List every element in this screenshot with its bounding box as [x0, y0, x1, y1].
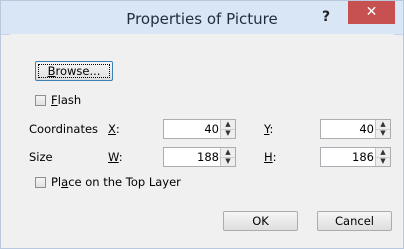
width-value: 188 — [197, 150, 219, 164]
x-spin-buttons[interactable]: ▲ ▼ — [220, 120, 235, 138]
top-layer-prefix: Pl — [51, 175, 62, 189]
h-label: H: — [264, 150, 277, 164]
properties-dialog: Properties of Picture ? ✕ Browse... Flas… — [0, 0, 404, 249]
x-colon: : — [115, 122, 120, 136]
coordinates-label: Coordinates — [29, 122, 99, 136]
spin-down-icon[interactable]: ▼ — [376, 157, 390, 166]
dialog-title: Properties of Picture — [126, 10, 278, 28]
y-stepper[interactable]: 40 ▲ ▼ — [320, 119, 391, 139]
width-stepper[interactable]: 188 ▲ ▼ — [163, 147, 236, 167]
y-value: 40 — [359, 122, 374, 136]
x-label: X: — [108, 122, 120, 136]
w-mnemonic: W — [108, 150, 119, 164]
size-label: Size — [29, 150, 53, 164]
spin-down-icon[interactable]: ▼ — [221, 157, 235, 166]
focus-rectangle — [38, 64, 110, 78]
help-button[interactable]: ? — [312, 5, 340, 29]
x-stepper[interactable]: 40 ▲ ▼ — [163, 119, 236, 139]
x-mnemonic: X — [108, 122, 116, 136]
y-spin-buttons[interactable]: ▲ ▼ — [375, 120, 390, 138]
spin-down-icon[interactable]: ▼ — [376, 129, 390, 138]
cancel-button[interactable]: Cancel — [317, 211, 392, 231]
height-value: 186 — [352, 150, 374, 164]
spin-down-icon[interactable]: ▼ — [221, 129, 235, 138]
y-label: Y: — [264, 122, 273, 136]
flash-label-text: lash — [57, 93, 82, 107]
ok-button[interactable]: OK — [223, 211, 298, 231]
top-layer-rest: ce on the Top Layer — [68, 175, 181, 189]
y-colon: : — [269, 122, 274, 136]
height-spin-buttons[interactable]: ▲ ▼ — [375, 148, 390, 166]
h-mnemonic: H — [264, 150, 273, 164]
h-colon: : — [272, 150, 277, 164]
flash-mnemonic: F — [51, 93, 58, 107]
close-icon: ✕ — [365, 4, 378, 20]
width-spin-buttons[interactable]: ▲ ▼ — [220, 148, 235, 166]
top-layer-label[interactable]: Place on the Top Layer — [51, 175, 181, 189]
w-label: W: — [108, 150, 123, 164]
height-stepper[interactable]: 186 ▲ ▼ — [320, 147, 391, 167]
x-value: 40 — [204, 122, 219, 136]
top-layer-checkbox[interactable] — [35, 177, 46, 188]
title-bar: Properties of Picture ? ✕ — [1, 1, 403, 35]
flash-checkbox[interactable] — [35, 95, 46, 106]
close-button[interactable]: ✕ — [348, 1, 395, 24]
dialog-body: Browse... Flash Coordinates X: 40 ▲ ▼ Y:… — [10, 34, 394, 239]
flash-label[interactable]: Flash — [51, 93, 81, 107]
browse-button[interactable]: Browse... — [35, 61, 113, 81]
w-colon: : — [118, 150, 123, 164]
